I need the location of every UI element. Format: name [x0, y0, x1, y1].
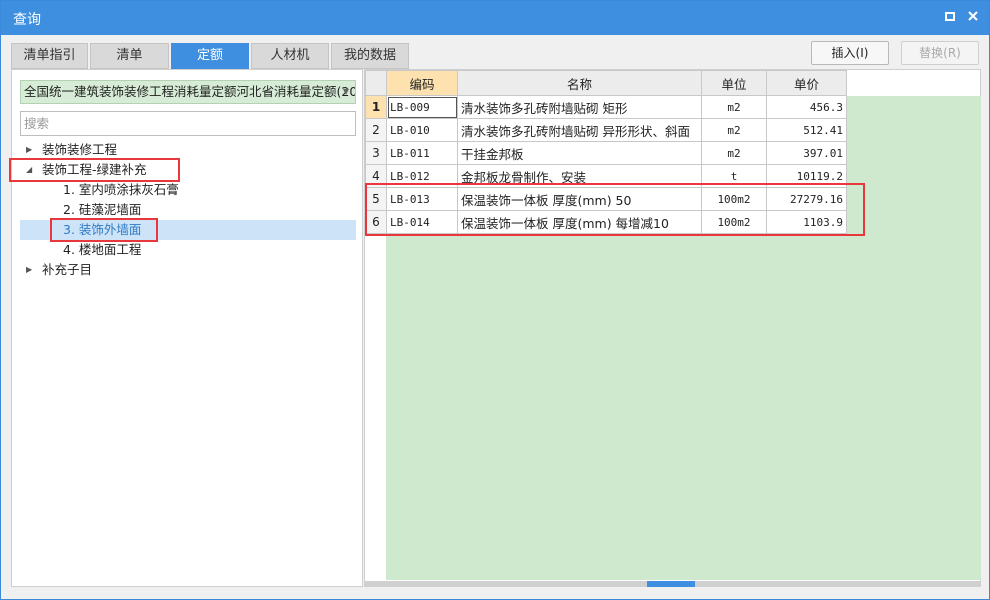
row-number: 3	[365, 141, 387, 165]
tree-item-green-supplement[interactable]: ◢ 装饰工程-绿建补充	[20, 160, 356, 180]
cell-code[interactable]: LB-011	[386, 141, 458, 165]
cell-price[interactable]: 27279.16	[766, 187, 847, 211]
row-number: 4	[365, 164, 387, 188]
left-panel: 全国统一建筑装饰装修工程消耗量定额河北省消耗量定额(2012) ▼ ▶ 装饰装修…	[9, 69, 363, 587]
cell-price[interactable]: 512.41	[766, 118, 847, 142]
tree-item-label: 3. 装饰外墙面	[63, 222, 142, 237]
cell-unit[interactable]: m2	[701, 141, 767, 165]
insert-button[interactable]: 插入(I)	[811, 41, 889, 65]
replace-button[interactable]: 替换(R)	[901, 41, 979, 65]
cell-name[interactable]: 保温装饰一体板 厚度(mm) 每增减10	[457, 210, 702, 234]
cell-unit[interactable]: m2	[701, 118, 767, 142]
table-row[interactable]: 1 LB-009 清水装饰多孔砖附墙贴砌 矩形 m2 456.3	[365, 95, 847, 119]
cell-price[interactable]: 397.01	[766, 141, 847, 165]
row-number: 1	[365, 95, 387, 119]
cell-name[interactable]: 干挂金邦板	[457, 141, 702, 165]
dropdown-arrow-icon[interactable]: ▼	[343, 81, 349, 103]
expand-icon[interactable]: ▶	[26, 260, 36, 280]
quota-library-value: 全国统一建筑装饰装修工程消耗量定额河北省消耗量定额(2012)	[24, 84, 356, 99]
tab-my-data[interactable]: 我的数据	[331, 43, 409, 69]
table-row[interactable]: 3 LB-011 干挂金邦板 m2 397.01	[365, 141, 847, 165]
cell-name[interactable]: 清水装饰多孔砖附墙贴砌 矩形	[457, 95, 702, 119]
tree-item-exterior-wall[interactable]: 3. 装饰外墙面	[20, 220, 356, 240]
tab-bill-guide[interactable]: 清单指引	[11, 43, 88, 69]
cell-code[interactable]: LB-009	[386, 95, 458, 119]
title-bar[interactable]: 查询	[1, 1, 989, 35]
tree-item-label: 补充子目	[42, 262, 93, 277]
tree-item-label: 装饰工程-绿建补充	[42, 162, 147, 177]
cell-code[interactable]: LB-013	[386, 187, 458, 211]
cell-name[interactable]: 金邦板龙骨制作、安装	[457, 164, 702, 188]
tree-item-label: 装饰装修工程	[42, 142, 118, 157]
column-header-name[interactable]: 名称	[457, 70, 702, 96]
tree-item-floor[interactable]: 4. 楼地面工程	[20, 240, 356, 260]
column-header-code[interactable]: 编码	[386, 70, 458, 96]
cell-code[interactable]: LB-010	[386, 118, 458, 142]
cell-unit[interactable]: 100m2	[701, 187, 767, 211]
tab-quota[interactable]: 定额	[171, 43, 249, 69]
cell-unit[interactable]: m2	[701, 95, 767, 119]
quota-table: 编码 名称 单位 单价 1 LB-009 清水装饰多孔砖附墙贴砌 矩形 m2 4…	[365, 70, 847, 234]
tree-item-label: 1. 室内喷涂抹灰石膏	[63, 182, 179, 197]
cell-code[interactable]: LB-012	[386, 164, 458, 188]
expand-icon[interactable]: ▶	[26, 140, 36, 160]
quota-grid-panel: 编码 名称 单位 单价 1 LB-009 清水装饰多孔砖附墙贴砌 矩形 m2 4…	[364, 69, 981, 587]
cell-price[interactable]: 456.3	[766, 95, 847, 119]
corner-cell	[365, 70, 387, 96]
restore-icon[interactable]	[943, 10, 957, 24]
query-dialog: 查询 清单指引 清单 定额 人材机 我的数据 插入(I) 替换(R) 全国统一建…	[0, 0, 990, 600]
cell-price[interactable]: 10119.2	[766, 164, 847, 188]
tab-labor-material-machine[interactable]: 人材机	[251, 43, 329, 69]
tree-item-gypsum[interactable]: 1. 室内喷涂抹灰石膏	[20, 180, 356, 200]
tab-bill[interactable]: 清单	[90, 43, 169, 69]
table-row[interactable]: 6 LB-014 保温装饰一体板 厚度(mm) 每增减10 100m2 1103…	[365, 210, 847, 234]
cell-unit[interactable]: 100m2	[701, 210, 767, 234]
cell-name[interactable]: 保温装饰一体板 厚度(mm) 50	[457, 187, 702, 211]
row-number: 6	[365, 210, 387, 234]
collapse-icon[interactable]: ◢	[26, 160, 36, 180]
tree-item-supplement[interactable]: ▶ 补充子目	[20, 260, 356, 280]
search-input[interactable]	[20, 111, 356, 136]
table-row[interactable]: 4 LB-012 金邦板龙骨制作、安装 t 10119.2	[365, 164, 847, 188]
table-header-row: 编码 名称 单位 单价	[365, 70, 847, 96]
cell-name[interactable]: 清水装饰多孔砖附墙贴砌 异形形状、斜面	[457, 118, 702, 142]
close-icon[interactable]	[966, 10, 980, 24]
dialog-title: 查询	[13, 12, 41, 28]
column-header-unit[interactable]: 单位	[701, 70, 767, 96]
cell-price[interactable]: 1103.9	[766, 210, 847, 234]
tree-item-decoration[interactable]: ▶ 装饰装修工程	[20, 140, 356, 160]
table-row[interactable]: 5 LB-013 保温装饰一体板 厚度(mm) 50 100m2 27279.1…	[365, 187, 847, 211]
tree-item-diatom[interactable]: 2. 硅藻泥墙面	[20, 200, 356, 220]
cell-unit[interactable]: t	[701, 164, 767, 188]
horizontal-scrollbar[interactable]	[365, 581, 980, 587]
tree-item-label: 4. 楼地面工程	[63, 242, 142, 257]
row-number: 2	[365, 118, 387, 142]
scrollbar-thumb[interactable]	[647, 581, 695, 587]
row-number: 5	[365, 187, 387, 211]
tree-item-label: 2. 硅藻泥墙面	[63, 202, 142, 217]
column-header-price[interactable]: 单价	[766, 70, 847, 96]
cell-code[interactable]: LB-014	[386, 210, 458, 234]
quota-library-select[interactable]: 全国统一建筑装饰装修工程消耗量定额河北省消耗量定额(2012) ▼	[20, 80, 356, 104]
table-row[interactable]: 2 LB-010 清水装饰多孔砖附墙贴砌 异形形状、斜面 m2 512.41	[365, 118, 847, 142]
